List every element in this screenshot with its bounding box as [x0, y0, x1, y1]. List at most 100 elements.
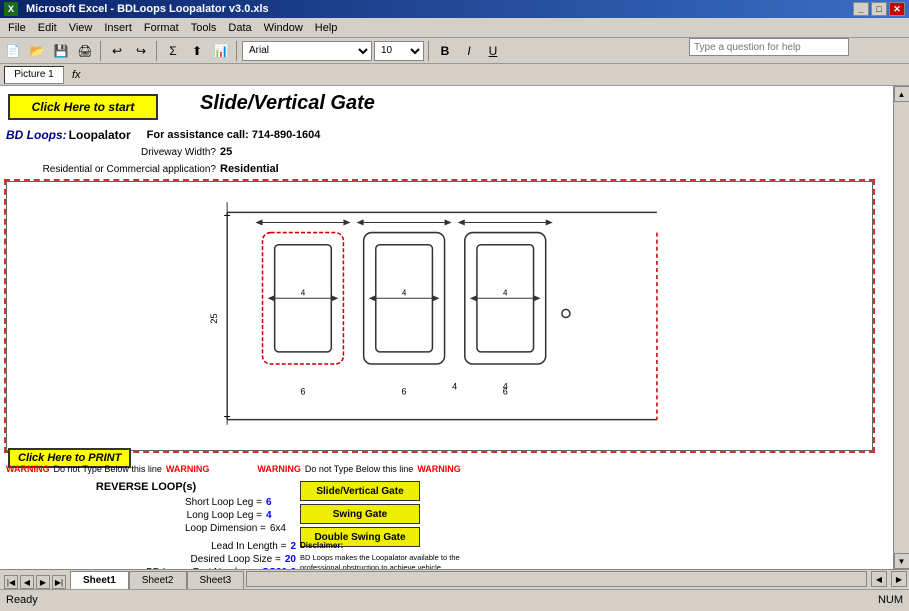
svg-text:4: 4 [503, 288, 508, 297]
restore-button[interactable]: □ [871, 2, 887, 16]
disclaimer-title: Disclaimer: [300, 541, 460, 551]
fx-label: fx [72, 69, 81, 81]
short-loop-label: Short Loop Leg = [185, 497, 262, 508]
new-icon[interactable]: 📄 [2, 40, 24, 62]
scroll-up-button[interactable]: ▲ [894, 86, 909, 102]
long-loop-value: 4 [266, 510, 286, 521]
gate-buttons-group: Slide/Vertical Gate Swing Gate Double Sw… [300, 481, 420, 550]
svg-text:25: 25 [209, 313, 219, 323]
print-toolbar-icon[interactable]: 🖨 [74, 40, 96, 62]
horizontal-scrollbar[interactable] [246, 571, 867, 587]
click-here-button[interactable]: Click Here to start [8, 94, 158, 120]
sheet-content: Click Here to start Slide/Vertical Gate … [0, 86, 893, 569]
cell-reference-input[interactable] [4, 66, 64, 84]
menu-tools[interactable]: Tools [185, 20, 223, 36]
loop-diagram: 25 4 [7, 182, 872, 450]
app-row: Residential or Commercial application? R… [0, 161, 893, 177]
title-bar-controls[interactable]: _ □ ✕ [853, 2, 905, 16]
svg-text:6: 6 [402, 386, 407, 396]
menu-window[interactable]: Window [258, 20, 309, 36]
fontsize-dropdown[interactable]: 10 [374, 41, 424, 61]
menu-help[interactable]: Help [309, 20, 344, 36]
scroll-right-button[interactable]: ▶ [891, 571, 907, 587]
main-area: Click Here to start Slide/Vertical Gate … [0, 86, 909, 569]
warning-right-red: WARNING [257, 464, 301, 474]
menu-insert[interactable]: Insert [98, 20, 138, 36]
desired-loop-label: Desired Loop Size = [191, 554, 281, 565]
tab-sheet3[interactable]: Sheet3 [187, 571, 245, 589]
italic-icon[interactable]: I [458, 40, 480, 62]
menu-edit[interactable]: Edit [32, 20, 63, 36]
lead-in-value: 2 [290, 541, 296, 552]
help-search-input[interactable] [689, 38, 849, 56]
spreadsheet: Click Here to start Slide/Vertical Gate … [0, 86, 893, 569]
bd-header: BD Loops: Loopalator For assistance call… [6, 128, 320, 142]
svg-text:6: 6 [300, 386, 305, 396]
loop-dim-value: 6x4 [270, 523, 286, 534]
part-number-row: BD Loops Part Number = SC20-2 [6, 567, 296, 569]
desired-loop-row: Desired Loop Size = 20 [6, 554, 296, 565]
short-loop-row: Short Loop Leg = 6 [6, 497, 286, 508]
status-text: Ready [6, 594, 38, 606]
save-icon[interactable]: 💾 [50, 40, 72, 62]
warning-row: WARNING Do not Type Below this line WARN… [6, 464, 873, 474]
svg-text:4: 4 [452, 381, 457, 391]
svg-text:6: 6 [503, 386, 508, 396]
tab-first-button[interactable]: |◀ [4, 575, 18, 589]
scroll-down-button[interactable]: ▼ [894, 553, 909, 569]
desired-loop-value: 20 [285, 554, 296, 565]
part-number-value: SC20-2 [262, 567, 296, 569]
scroll-left-button[interactable]: ◀ [871, 571, 887, 587]
sort-asc-icon[interactable]: ⬆ [186, 40, 208, 62]
warning-left-red: WARNING [6, 464, 50, 474]
toolbar-separator-3 [236, 41, 238, 61]
app-value: Residential [220, 163, 300, 175]
loop-dim-row: Loop Dimension = 6x4 [6, 523, 286, 534]
excel-icon: X [4, 2, 18, 16]
scroll-track[interactable] [894, 102, 909, 553]
warning-left-end: WARNING [166, 464, 210, 474]
status-bar: Ready NUM [0, 589, 909, 609]
title-bar-text: Microsoft Excel - BDLoops Loopalator v3.… [26, 3, 269, 15]
close-button[interactable]: ✕ [889, 2, 905, 16]
menu-data[interactable]: Data [222, 20, 257, 36]
driveway-value: 25 [220, 146, 300, 158]
menu-file[interactable]: File [2, 20, 32, 36]
sheet-tabs-bar: |◀ ◀ ▶ ▶| Sheet1 Sheet2 Sheet3 ◀ ▶ [0, 569, 909, 589]
slide-vertical-gate-button[interactable]: Slide/Vertical Gate [300, 481, 420, 501]
tab-next-button[interactable]: ▶ [36, 575, 50, 589]
loopalator-label: Loopalator [69, 128, 131, 142]
diagram-area: 25 4 [6, 181, 873, 451]
title-bar: X Microsoft Excel - BDLoops Loopalator v… [0, 0, 909, 18]
tab-sheet2[interactable]: Sheet2 [129, 571, 187, 589]
formula-bar: fx [0, 64, 909, 86]
open-icon[interactable]: 📂 [26, 40, 48, 62]
results-title: REVERSE LOOP(s) [6, 481, 286, 493]
long-loop-row: Long Loop Leg = 4 [6, 510, 286, 521]
menu-view[interactable]: View [63, 20, 99, 36]
swing-gate-button[interactable]: Swing Gate [300, 504, 420, 524]
loop-info: Lead In Length = 2 Desired Loop Size = 2… [6, 541, 296, 569]
sum-icon[interactable]: Σ [162, 40, 184, 62]
tab-last-button[interactable]: ▶| [52, 575, 66, 589]
font-dropdown[interactable]: Arial [242, 41, 372, 61]
minimize-button[interactable]: _ [853, 2, 869, 16]
short-loop-value: 6 [266, 497, 286, 508]
toolbar-separator-1 [100, 41, 102, 61]
toolbar-separator-4 [428, 41, 430, 61]
disclaimer-text: Disclaimer: BD Loops makes the Loopalato… [300, 541, 460, 569]
redo-icon[interactable]: ↪ [130, 40, 152, 62]
tab-prev-button[interactable]: ◀ [20, 575, 34, 589]
disclaimer-body: BD Loops makes the Loopalator available … [300, 553, 460, 569]
underline-icon[interactable]: U [482, 40, 504, 62]
undo-icon[interactable]: ↩ [106, 40, 128, 62]
loop-dim-label: Loop Dimension = [185, 523, 266, 534]
num-lock-indicator: NUM [878, 594, 903, 606]
tab-navigation: |◀ ◀ ▶ ▶| [0, 575, 70, 589]
menu-format[interactable]: Format [138, 20, 185, 36]
chart-icon[interactable]: 📊 [210, 40, 232, 62]
svg-text:4: 4 [402, 288, 407, 297]
tab-sheet1[interactable]: Sheet1 [70, 571, 129, 589]
app-label: Residential or Commercial application? [0, 164, 220, 175]
bold-icon[interactable]: B [434, 40, 456, 62]
